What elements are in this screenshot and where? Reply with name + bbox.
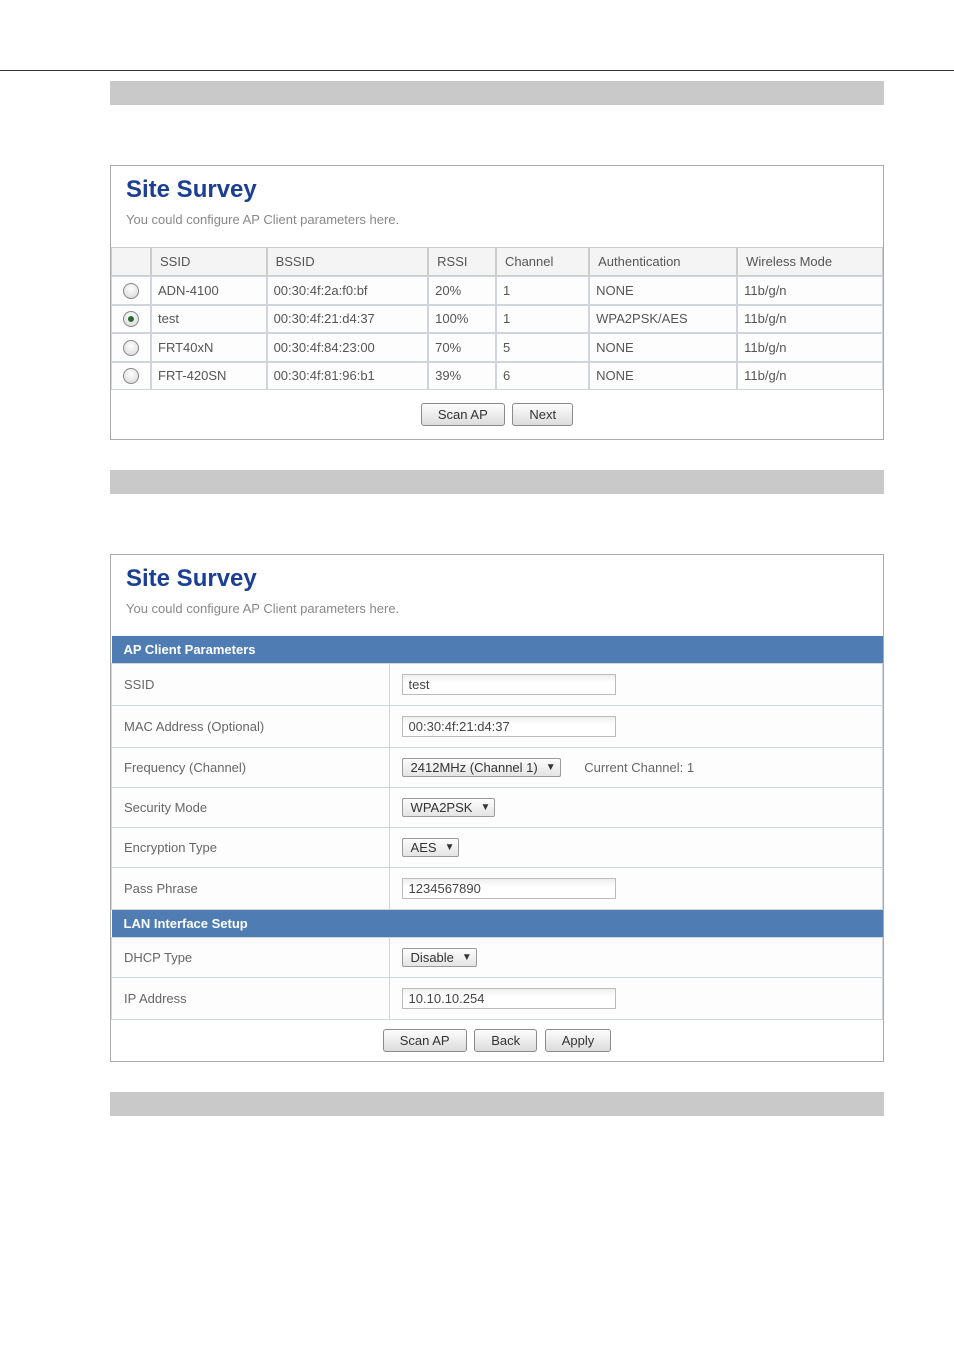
dhcp-type-select[interactable]: Disable ▼: [402, 948, 477, 967]
row-radio[interactable]: [123, 311, 139, 327]
cell-rssi: 70%: [428, 333, 496, 362]
cell-rssi: 20%: [428, 276, 496, 305]
page-top-divider: [0, 70, 954, 71]
row-radio[interactable]: [123, 283, 139, 299]
cell-auth: NONE: [589, 333, 737, 362]
section-header-lan: LAN Interface Setup: [112, 910, 883, 938]
col-ssid: SSID: [151, 247, 267, 276]
panel-subtitle: You could configure AP Client parameters…: [126, 601, 868, 616]
ip-address-label: IP Address: [112, 978, 390, 1020]
chevron-down-icon: ▼: [462, 952, 472, 963]
cell-ssid: ADN-4100: [151, 276, 267, 305]
col-mode: Wireless Mode: [737, 247, 883, 276]
pass-phrase-label: Pass Phrase: [112, 868, 390, 910]
cell-channel: 6: [496, 362, 589, 391]
dhcp-type-value: Disable: [411, 950, 454, 965]
cell-auth: WPA2PSK/AES: [589, 305, 737, 334]
frequency-select[interactable]: 2412MHz (Channel 1) ▼: [402, 758, 561, 777]
cell-rssi: 39%: [428, 362, 496, 391]
cell-auth: NONE: [589, 276, 737, 305]
decorative-bar-1: [110, 81, 884, 105]
encryption-type-select[interactable]: AES ▼: [402, 838, 460, 857]
ssid-input[interactable]: [402, 674, 616, 695]
frequency-select-value: 2412MHz (Channel 1): [411, 760, 538, 775]
apply-button[interactable]: Apply: [545, 1029, 612, 1052]
security-mode-label: Security Mode: [112, 788, 390, 828]
cell-ssid: test: [151, 305, 267, 334]
col-channel: Channel: [496, 247, 589, 276]
col-rssi: RSSI: [428, 247, 496, 276]
table-row: test 00:30:4f:21:d4:37 100% 1 WPA2PSK/AE…: [111, 305, 883, 334]
table-row: FRT40xN 00:30:4f:84:23:00 70% 5 NONE 11b…: [111, 333, 883, 362]
col-auth: Authentication: [589, 247, 737, 276]
scan-ap-button[interactable]: Scan AP: [421, 403, 505, 426]
chevron-down-icon: ▼: [445, 842, 455, 853]
row-radio[interactable]: [123, 368, 139, 384]
row-radio[interactable]: [123, 340, 139, 356]
section-header-ap-client: AP Client Parameters: [112, 636, 883, 664]
col-select: [111, 247, 151, 276]
cell-rssi: 100%: [428, 305, 496, 334]
cell-bssid: 00:30:4f:84:23:00: [267, 333, 429, 362]
cell-auth: NONE: [589, 362, 737, 391]
mac-input[interactable]: [402, 716, 616, 737]
ssid-label: SSID: [112, 664, 390, 706]
cell-mode: 11b/g/n: [737, 362, 883, 391]
cell-channel: 5: [496, 333, 589, 362]
cell-mode: 11b/g/n: [737, 305, 883, 334]
chevron-down-icon: ▼: [546, 762, 556, 773]
cell-bssid: 00:30:4f:81:96:b1: [267, 362, 429, 391]
panel-subtitle: You could configure AP Client parameters…: [126, 212, 868, 227]
ap-client-parameters-panel: Site Survey You could configure AP Clien…: [110, 554, 884, 1062]
next-button[interactable]: Next: [512, 403, 573, 426]
ap-list-table: SSID BSSID RSSI Channel Authentication W…: [111, 247, 883, 439]
ip-address-input[interactable]: [402, 988, 616, 1009]
decorative-bar-2: [110, 470, 884, 494]
cell-ssid: FRT40xN: [151, 333, 267, 362]
cell-channel: 1: [496, 276, 589, 305]
col-bssid: BSSID: [267, 247, 429, 276]
frequency-label: Frequency (Channel): [112, 748, 390, 788]
table-row: FRT-420SN 00:30:4f:81:96:b1 39% 6 NONE 1…: [111, 362, 883, 391]
mac-label: MAC Address (Optional): [112, 706, 390, 748]
panel-title: Site Survey: [126, 176, 868, 204]
pass-phrase-input[interactable]: [402, 878, 616, 899]
security-mode-select[interactable]: WPA2PSK ▼: [402, 798, 496, 817]
dhcp-type-label: DHCP Type: [112, 938, 390, 978]
decorative-bar-3: [110, 1092, 884, 1116]
site-survey-list-panel: Site Survey You could configure AP Clien…: [110, 165, 884, 440]
cell-ssid: FRT-420SN: [151, 362, 267, 391]
chevron-down-icon: ▼: [480, 802, 490, 813]
back-button[interactable]: Back: [474, 1029, 537, 1052]
cell-bssid: 00:30:4f:2a:f0:bf: [267, 276, 429, 305]
encryption-type-value: AES: [411, 840, 437, 855]
panel-title: Site Survey: [126, 565, 868, 593]
cell-mode: 11b/g/n: [737, 333, 883, 362]
security-mode-value: WPA2PSK: [411, 800, 473, 815]
scan-ap-button[interactable]: Scan AP: [383, 1029, 467, 1052]
cell-channel: 1: [496, 305, 589, 334]
cell-bssid: 00:30:4f:21:d4:37: [267, 305, 429, 334]
cell-mode: 11b/g/n: [737, 276, 883, 305]
current-channel-note: Current Channel: 1: [584, 760, 694, 775]
encryption-type-label: Encryption Type: [112, 828, 390, 868]
table-row: ADN-4100 00:30:4f:2a:f0:bf 20% 1 NONE 11…: [111, 276, 883, 305]
